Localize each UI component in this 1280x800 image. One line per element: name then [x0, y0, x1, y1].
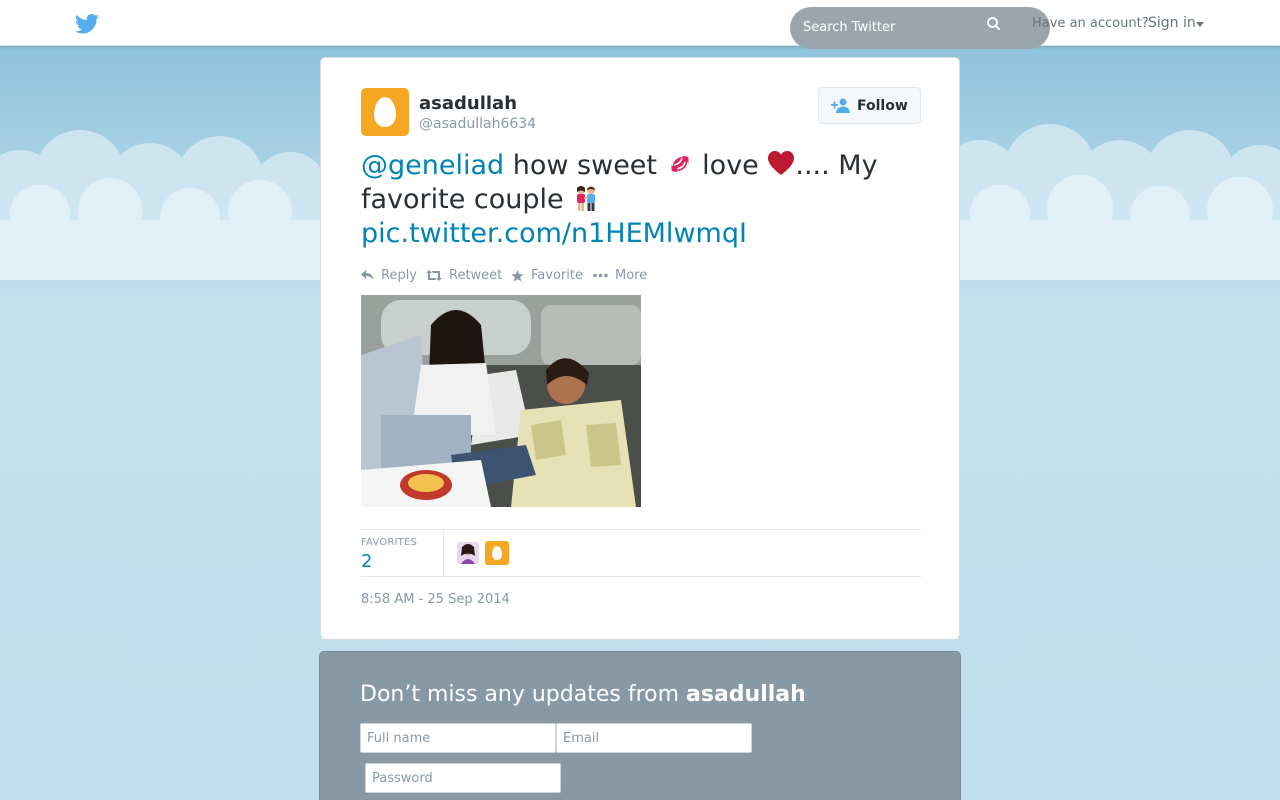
stats-divider	[443, 530, 444, 577]
tweet-text-part: love	[693, 150, 768, 181]
tweet-card: asadullah @asadullah6634 Follow @genelia…	[320, 57, 960, 640]
chevron-down-icon[interactable]	[1196, 22, 1204, 27]
sign-in-link[interactable]: Sign in	[1148, 15, 1196, 31]
signup-title-prefix: Don’t miss any updates from	[360, 682, 687, 707]
tweet-photo[interactable]	[361, 295, 641, 507]
star-icon	[511, 270, 524, 282]
mention-link[interactable]: @geneliad	[361, 150, 504, 181]
candy-emoji-icon	[671, 155, 689, 173]
follow-label: Follow	[857, 98, 908, 114]
retweet-label: Retweet	[449, 268, 503, 283]
author-name[interactable]: asadullah	[419, 93, 517, 114]
reply-icon	[361, 270, 374, 280]
signup-title-name: asadullah	[686, 682, 806, 707]
top-bar: Search Twitter Have an account? Sign in	[0, 0, 1280, 49]
tweet-stats: FAVORITES 2	[361, 529, 921, 577]
search-box[interactable]: Search Twitter	[790, 7, 1050, 49]
tweet-timestamp[interactable]: 8:58 AM - 25 Sep 2014	[361, 592, 510, 607]
have-account-text: Have an account?	[1032, 16, 1149, 31]
tweet-text-part: how sweet	[504, 150, 666, 181]
couple-emoji-icon	[577, 186, 596, 211]
twitter-bird-icon[interactable]	[75, 14, 99, 34]
favoriter-avatar[interactable]	[457, 542, 479, 564]
egg-avatar-icon	[374, 97, 396, 127]
heart-emoji-icon	[768, 151, 795, 175]
tweet-text: @geneliad how sweet love .... My favorit…	[361, 149, 931, 251]
more-label: More	[615, 268, 648, 283]
email-field[interactable]: Email	[556, 723, 752, 753]
retweet-icon	[426, 270, 442, 281]
egg-avatar-icon	[492, 546, 502, 560]
author-handle[interactable]: @asadullah6634	[419, 116, 536, 132]
favorite-label: Favorite	[531, 268, 583, 283]
favoriter-avatar[interactable]	[485, 541, 509, 565]
pic-link[interactable]: pic.twitter.com/n1HEMlwmqI	[361, 218, 747, 249]
favorites-count[interactable]: 2	[361, 551, 372, 572]
full-name-field[interactable]: Full name	[360, 723, 556, 753]
add-user-icon	[831, 98, 850, 113]
more-dots-icon	[593, 273, 608, 278]
search-input[interactable]: Search Twitter	[803, 20, 895, 35]
avatar[interactable]	[361, 88, 409, 136]
password-field[interactable]: Password	[365, 763, 561, 793]
search-icon[interactable]	[986, 16, 1002, 32]
signup-box: Don’t miss any updates from asadullah Fu…	[319, 651, 961, 800]
signup-title: Don’t miss any updates from asadullah	[360, 682, 806, 707]
reply-label: Reply	[381, 268, 418, 283]
favorites-label: FAVORITES	[361, 537, 418, 548]
follow-button[interactable]: Follow	[818, 87, 921, 124]
